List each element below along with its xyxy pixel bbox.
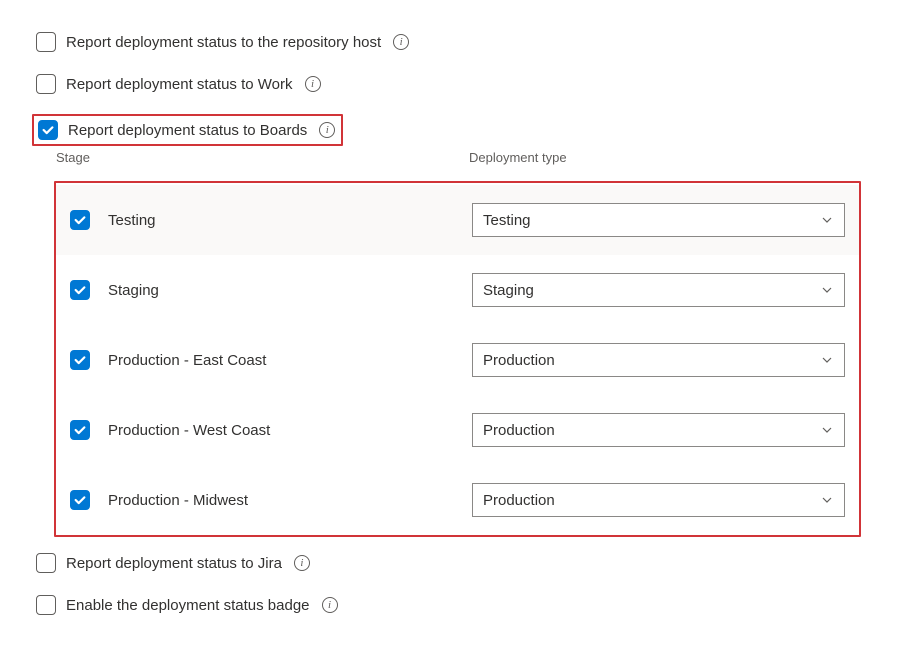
option-work: Report deployment status to Work i [36,72,861,96]
stage-table: Testing Testing Staging Staging Production -… [54,181,861,537]
checkbox-boards[interactable] [38,120,58,140]
option-badge: Enable the deployment status badge i [36,593,861,617]
select-value: Production [483,492,555,509]
option-label-badge[interactable]: Enable the deployment status badge [66,597,310,614]
table-row: Staging Staging [56,255,859,325]
info-icon[interactable]: i [305,76,321,92]
table-row: Production - Midwest Production [56,465,859,535]
deployment-type-select[interactable]: Testing [472,203,845,237]
stage-name: Production - Midwest [108,492,248,509]
chevron-down-icon [820,283,834,297]
table-row: Testing Testing [56,185,859,255]
column-header-type: Deployment type [469,150,861,165]
stage-checkbox[interactable] [70,490,90,510]
stage-cell: Testing [70,210,472,230]
type-cell: Production [472,483,845,517]
checkbox-jira[interactable] [36,553,56,573]
checkbox-repo-host[interactable] [36,32,56,52]
deployment-type-select[interactable]: Production [472,343,845,377]
select-value: Production [483,422,555,439]
deployment-type-select[interactable]: Production [472,413,845,447]
stage-name: Testing [108,212,156,229]
stage-cell: Production - East Coast [70,350,472,370]
option-boards-highlight: Report deployment status to Boards i [32,114,343,146]
table-row: Production - East Coast Production [56,325,859,395]
select-value: Staging [483,282,534,299]
deployment-type-select[interactable]: Production [472,483,845,517]
stage-checkbox[interactable] [70,210,90,230]
option-jira: Report deployment status to Jira i [36,551,861,575]
chevron-down-icon [820,423,834,437]
option-label-work[interactable]: Report deployment status to Work [66,76,293,93]
option-label-jira[interactable]: Report deployment status to Jira [66,555,282,572]
option-repo-host: Report deployment status to the reposito… [36,30,861,54]
info-icon[interactable]: i [319,122,335,138]
type-cell: Production [472,413,845,447]
select-value: Production [483,352,555,369]
stage-name: Production - West Coast [108,422,270,439]
select-value: Testing [483,212,531,229]
info-icon[interactable]: i [294,555,310,571]
checkbox-badge[interactable] [36,595,56,615]
info-icon[interactable]: i [322,597,338,613]
chevron-down-icon [820,213,834,227]
type-cell: Testing [472,203,845,237]
stage-checkbox[interactable] [70,350,90,370]
chevron-down-icon [820,353,834,367]
info-icon[interactable]: i [393,34,409,50]
stage-name: Staging [108,282,159,299]
checkbox-work[interactable] [36,74,56,94]
stage-checkbox[interactable] [70,420,90,440]
deployment-type-select[interactable]: Staging [472,273,845,307]
stage-cell: Production - Midwest [70,490,472,510]
stage-checkbox[interactable] [70,280,90,300]
chevron-down-icon [820,493,834,507]
option-label-repo-host[interactable]: Report deployment status to the reposito… [66,34,381,51]
stage-cell: Staging [70,280,472,300]
column-header-stage: Stage [56,150,469,165]
type-cell: Production [472,343,845,377]
table-row: Production - West Coast Production [56,395,859,465]
option-label-boards[interactable]: Report deployment status to Boards [68,122,307,139]
type-cell: Staging [472,273,845,307]
stage-name: Production - East Coast [108,352,266,369]
stage-cell: Production - West Coast [70,420,472,440]
stage-table-header: Stage Deployment type [56,150,861,171]
